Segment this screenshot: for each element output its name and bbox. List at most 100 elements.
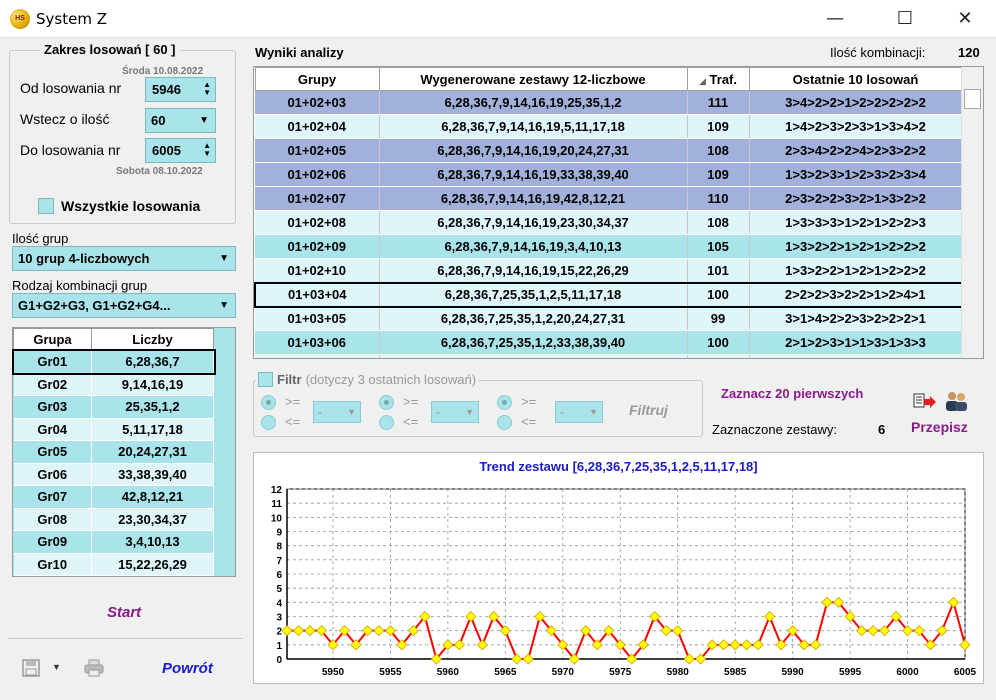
select-first-20-button[interactable]: Zaznacz 20 pierwszych xyxy=(721,386,863,401)
last10-cell: 3>1>2>2>3>1>1>2>2>1 xyxy=(749,354,963,358)
set-cell: 6,28,36,7,9,14,16,19,15,22,26,29 xyxy=(379,258,688,283)
hits-cell: 109 xyxy=(687,114,750,139)
filter-note: (dotyczy 3 ostatnich losowań) xyxy=(305,372,477,387)
window-title: System Z xyxy=(36,10,107,28)
start-button[interactable]: Start xyxy=(107,604,141,621)
group-row[interactable]: Gr02 9,14,16,19 xyxy=(13,373,214,396)
radio-le-2[interactable] xyxy=(379,415,394,430)
groups-cell: 01+02+06 xyxy=(255,162,380,187)
group-row[interactable]: Gr03 25,35,1,2 xyxy=(13,395,214,419)
users-icon[interactable] xyxy=(943,390,969,412)
set-cell: 6,28,36,7,9,14,16,19,5,11,17,18 xyxy=(379,114,688,139)
x-tick-label: 5950 xyxy=(322,667,345,678)
sets-col-header[interactable]: Wygenerowane zestawy 12-liczbowe xyxy=(378,67,688,91)
filter-combo-3[interactable]: - ▼ xyxy=(555,401,603,423)
result-row[interactable]: 01+02+10 6,28,36,7,9,14,16,19,15,22,26,29… xyxy=(255,258,963,283)
group-row[interactable]: Gr09 3,4,10,13 xyxy=(13,530,214,554)
filter-label: Filtr xyxy=(277,372,302,387)
numbers-col-header[interactable]: Liczby xyxy=(91,328,214,351)
radio-ge-1[interactable] xyxy=(261,395,276,410)
x-tick-label: 6005 xyxy=(954,667,977,678)
result-row[interactable]: 01+03+04 6,28,36,7,25,35,1,2,5,11,17,18 10… xyxy=(254,281,963,308)
minimize-icon[interactable]: — xyxy=(812,0,858,38)
all-draws-checkbox[interactable] xyxy=(38,198,54,214)
numbers-cell: 33,38,39,40 xyxy=(91,463,214,486)
result-row[interactable]: 01+02+04 6,28,36,7,9,14,16,19,5,11,17,18 1… xyxy=(255,114,963,139)
group-row[interactable]: Gr10 15,22,26,29 xyxy=(13,553,214,576)
result-row[interactable]: 01+02+03 6,28,36,7,9,14,16,19,25,35,1,2 11… xyxy=(255,90,963,115)
close-icon[interactable]: ✕ xyxy=(942,0,988,38)
save-icon[interactable] xyxy=(22,659,40,677)
result-row[interactable]: 01+02+08 6,28,36,7,9,14,16,19,23,30,34,37… xyxy=(255,210,963,235)
hits-col-header[interactable]: ◢ Traf. xyxy=(686,67,750,91)
save-dropdown-icon[interactable]: ▼ xyxy=(52,662,61,672)
y-tick-label: 0 xyxy=(276,655,282,666)
x-tick-label: 5975 xyxy=(609,667,632,678)
from-spinner[interactable]: 5946 ▲ ▼ xyxy=(145,77,216,102)
last10-cell: 1>3>2>2>1>2>1>2>2>2 xyxy=(749,234,963,259)
groups-count-combo[interactable]: 10 grup 4-liczbowych ▼ xyxy=(12,246,236,271)
group-row[interactable]: Gr08 23,30,34,37 xyxy=(13,508,214,531)
group-row[interactable]: Gr07 42,8,12,21 xyxy=(13,485,214,509)
numbers-cell: 25,35,1,2 xyxy=(91,395,214,419)
radio-le-1[interactable] xyxy=(261,415,276,430)
y-tick-label: 10 xyxy=(271,513,283,524)
last10-cell: 3>1>4>2>2>3>2>2>2>1 xyxy=(749,306,963,331)
scrollbar-thumb[interactable] xyxy=(964,89,981,109)
maximize-icon[interactable]: ☐ xyxy=(882,0,928,38)
copy-to-icon[interactable] xyxy=(912,392,938,412)
last10-col-header[interactable]: Ostatnie 10 losowań xyxy=(748,67,963,91)
results-scrollbar[interactable] xyxy=(961,67,983,358)
group-col-header[interactable]: Grupa xyxy=(13,328,92,351)
filter-combo-1-value: - xyxy=(318,405,322,419)
chevron-down-icon[interactable]: ▼ xyxy=(219,247,229,270)
back-value: 60 xyxy=(151,113,166,128)
back-combo[interactable]: 60 ▼ xyxy=(145,108,216,133)
ge-label-2: >= xyxy=(403,394,419,409)
y-tick-label: 4 xyxy=(276,598,282,609)
le-label-1: <= xyxy=(285,414,301,429)
filter-combo-1[interactable]: - ▼ xyxy=(313,401,361,423)
result-row[interactable]: 01+02+06 6,28,36,7,9,14,16,19,33,38,39,40… xyxy=(255,162,963,187)
set-cell: 6,28,36,7,25,35,1,2,42,8,12,21 xyxy=(379,354,688,358)
result-row[interactable]: 01+02+05 6,28,36,7,9,14,16,19,20,24,27,31… xyxy=(255,138,963,163)
radio-le-3[interactable] xyxy=(497,415,512,430)
title-bar: HS System Z — ☐ ✕ xyxy=(0,0,996,38)
groups-col-header[interactable]: Grupy xyxy=(254,67,380,91)
spin-arrows-icon[interactable]: ▲ ▼ xyxy=(203,142,211,158)
radio-ge-2[interactable] xyxy=(379,395,394,410)
divider xyxy=(8,638,243,639)
chevron-down-icon[interactable]: ▼ xyxy=(219,294,229,317)
app-logo-icon: HS xyxy=(10,9,30,29)
hits-cell: 109 xyxy=(687,162,750,187)
combo-type-combo[interactable]: G1+G2+G3, G1+G2+G4... ▼ xyxy=(12,293,236,318)
result-row[interactable]: 01+02+09 6,28,36,7,9,14,16,19,3,4,10,13 10… xyxy=(255,234,963,259)
set-cell: 6,28,36,7,9,14,16,19,23,30,34,37 xyxy=(379,210,688,235)
group-row[interactable]: Gr04 5,11,17,18 xyxy=(13,418,214,441)
last10-cell: 2>3>2>2>3>2>1>3>2>2 xyxy=(749,186,963,211)
back-button[interactable]: Powrót xyxy=(162,660,213,677)
copy-button[interactable]: Przepisz xyxy=(911,419,968,435)
to-value: 6005 xyxy=(152,143,181,158)
printer-icon[interactable] xyxy=(84,659,104,677)
result-row[interactable]: 01+02+07 6,28,36,7,9,14,16,19,42,8,12,21 1… xyxy=(255,186,963,211)
group-row[interactable]: Gr01 6,28,36,7 xyxy=(11,348,216,375)
x-tick-label: 5990 xyxy=(782,667,805,678)
to-spinner[interactable]: 6005 ▲ ▼ xyxy=(145,138,216,163)
numbers-cell: 20,24,27,31 xyxy=(91,440,214,464)
groups-cell: 01+02+07 xyxy=(255,186,380,211)
y-tick-label: 8 xyxy=(276,542,282,553)
le-label-3: <= xyxy=(521,414,537,429)
group-row[interactable]: Gr05 20,24,27,31 xyxy=(13,440,214,464)
spin-arrows-icon[interactable]: ▲ ▼ xyxy=(203,81,211,97)
result-row[interactable]: 01+03+076,28,36,7,25,35,1,2,42,8,12,2110… xyxy=(255,354,963,358)
filter-checkbox[interactable] xyxy=(258,372,273,387)
radio-ge-3[interactable] xyxy=(497,395,512,410)
result-row[interactable]: 01+03+05 6,28,36,7,25,35,1,2,20,24,27,31 9… xyxy=(255,306,963,331)
hits-cell: 99 xyxy=(687,306,750,331)
result-row[interactable]: 01+03+06 6,28,36,7,25,35,1,2,33,38,39,40 1… xyxy=(255,330,963,355)
group-row[interactable]: Gr06 33,38,39,40 xyxy=(13,463,214,486)
chevron-down-icon[interactable]: ▼ xyxy=(199,109,209,132)
filter-combo-2[interactable]: - ▼ xyxy=(431,401,479,423)
filter-button[interactable]: Filtruj xyxy=(629,402,668,418)
